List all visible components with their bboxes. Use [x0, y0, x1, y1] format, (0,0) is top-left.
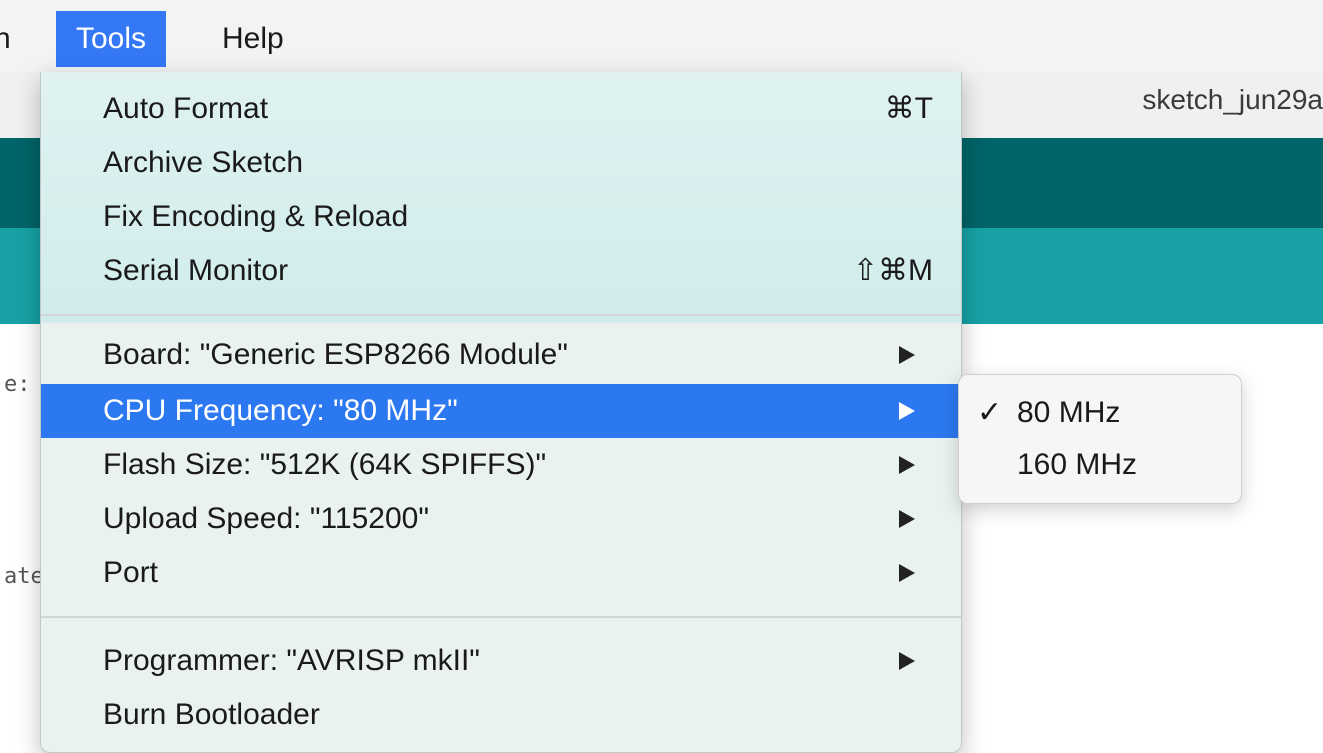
menu-item-programmer[interactable]: Programmer: "AVRISP mkII": [41, 634, 961, 688]
menu-separator: [41, 314, 961, 316]
menu-separator: [41, 616, 961, 618]
submenu-arrow-icon: [899, 564, 915, 582]
menubar-item-help[interactable]: Help: [208, 11, 298, 67]
submenu-item-label: 80 MHz: [1017, 396, 1121, 429]
submenu-item-label: 160 MHz: [1017, 448, 1138, 481]
menu-item-flash-size[interactable]: Flash Size: "512K (64K SPIFFS)": [41, 438, 961, 492]
menu-item-fix-encoding[interactable]: Fix Encoding & Reload: [41, 190, 961, 244]
menu-item-burn-bootloader[interactable]: Burn Bootloader: [41, 688, 961, 742]
window-title: sketch_jun29a: [1142, 84, 1323, 115]
editor-text-fragment: ate: [4, 564, 44, 589]
menu-item-label: CPU Frequency: "80 MHz": [103, 394, 458, 427]
menu-item-shortcut: ⌘T: [884, 92, 933, 125]
menu-item-upload-speed[interactable]: Upload Speed: "115200": [41, 492, 961, 546]
submenu-arrow-icon: [899, 402, 915, 420]
tools-menu: Auto Format ⌘T Archive Sketch Fix Encodi…: [40, 72, 962, 753]
submenu-arrow-icon: [899, 456, 915, 474]
menu-item-archive-sketch[interactable]: Archive Sketch: [41, 136, 961, 190]
cpu-frequency-submenu: ✓ 80 MHz 160 MHz: [958, 374, 1242, 504]
editor-text-fragment: e:: [4, 372, 31, 397]
menu-item-shortcut: ⇧⌘M: [852, 254, 933, 287]
menu-item-label: Board: "Generic ESP8266 Module": [103, 338, 568, 371]
menu-item-label: Upload Speed: "115200": [103, 502, 430, 535]
menu-item-label: Flash Size: "512K (64K SPIFFS)": [103, 448, 547, 481]
menu-item-label: Fix Encoding & Reload: [103, 200, 409, 233]
menu-item-serial-monitor[interactable]: Serial Monitor ⇧⌘M: [41, 244, 961, 298]
submenu-item-80mhz[interactable]: ✓ 80 MHz: [959, 387, 1241, 439]
menu-item-label: Burn Bootloader: [103, 698, 320, 731]
menu-item-auto-format[interactable]: Auto Format ⌘T: [41, 82, 961, 136]
menu-item-board[interactable]: Board: "Generic ESP8266 Module": [41, 328, 961, 382]
menubar-item-previous[interactable]: n: [0, 11, 11, 67]
checkmark-icon: ✓: [977, 396, 1003, 429]
menu-item-label: Programmer: "AVRISP mkII": [103, 644, 480, 677]
submenu-arrow-icon: [899, 510, 915, 528]
menu-item-label: Auto Format: [103, 92, 269, 125]
submenu-arrow-icon: [899, 652, 915, 670]
submenu-arrow-icon: [899, 346, 915, 364]
menu-item-label: Port: [103, 556, 159, 589]
menu-item-label: Serial Monitor: [103, 254, 289, 287]
menu-item-port[interactable]: Port: [41, 546, 961, 600]
menubar-item-tools[interactable]: Tools: [56, 11, 166, 67]
menu-item-cpu-frequency[interactable]: CPU Frequency: "80 MHz": [41, 384, 961, 438]
submenu-item-160mhz[interactable]: 160 MHz: [959, 439, 1241, 491]
menu-item-label: Archive Sketch: [103, 146, 304, 179]
menu-bar: n Tools Help: [0, 0, 1323, 73]
